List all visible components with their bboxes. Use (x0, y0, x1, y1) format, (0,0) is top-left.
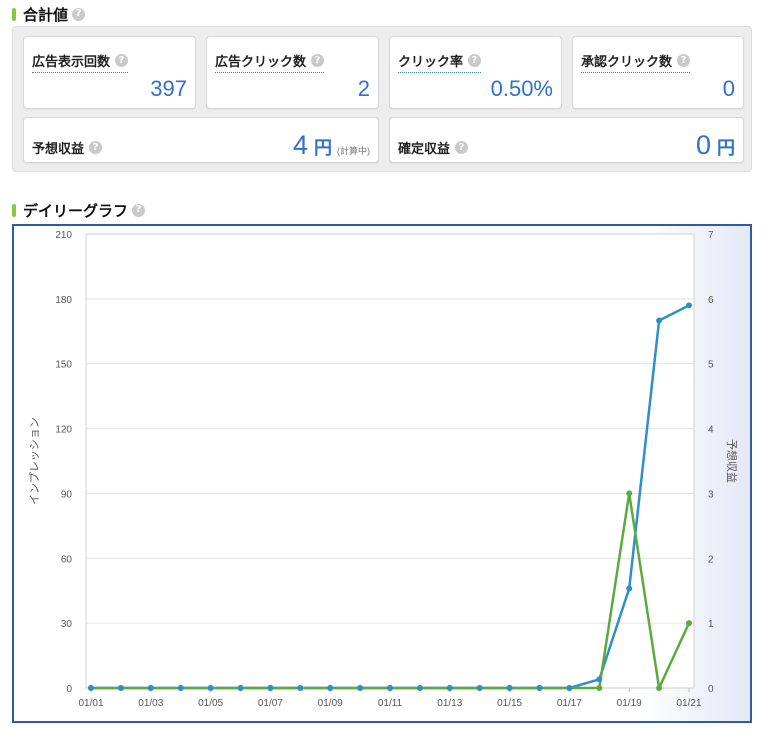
series-point-0 (476, 685, 483, 691)
left-tick-label: 150 (55, 360, 72, 371)
series-point-0 (177, 685, 184, 691)
x-tick-label: 01/05 (198, 698, 223, 709)
x-tick-label: 01/21 (676, 698, 701, 709)
x-tick-label: 01/11 (378, 698, 403, 709)
approved-clicks-label: 承認クリック数? (581, 51, 691, 73)
series-point-0 (596, 676, 603, 683)
series-point-0 (88, 685, 94, 691)
left-tick-label: 210 (55, 230, 72, 241)
left-axis-title: インプレッション (28, 417, 41, 505)
right-tick-label: 5 (708, 360, 714, 371)
approved-clicks-value: 0 (722, 76, 735, 101)
left-tick-label: 180 (55, 295, 72, 306)
series-point-0 (686, 302, 692, 309)
series-point-0 (566, 685, 573, 691)
yen-unit: 円 (314, 138, 332, 158)
right-tick-label: 7 (708, 230, 714, 241)
ctr-label: クリック率? (398, 51, 482, 73)
question-mark-icon[interactable]: ? (72, 7, 86, 21)
x-tick-label: 01/03 (138, 698, 163, 709)
x-tick-label: 01/09 (318, 698, 343, 709)
question-mark-icon[interactable]: ? (468, 54, 482, 67)
calculating-note: (計算中) (337, 146, 370, 156)
series-point-0 (357, 685, 364, 691)
series-point-0 (327, 685, 334, 691)
series-point-0 (416, 685, 423, 691)
chart-canvas: 0 30 60 90 120 150 180 210 0 1 2 3 4 5 6 7 01/01 01/03 0… (14, 226, 750, 721)
clicks-card: 広告クリック数? 2 (206, 36, 379, 109)
summary-title: 合計値 (23, 6, 69, 24)
left-tick-label: 90 (61, 489, 73, 500)
question-mark-icon[interactable]: ? (89, 141, 103, 154)
series-point-0 (506, 685, 513, 691)
accent-bar (12, 203, 16, 217)
summary-panel: 広告表示回数? 397 広告クリック数? 2 クリック率? 0.50% 承認クリ… (12, 26, 752, 172)
ctr-value: 0.50% (490, 76, 553, 101)
right-tick-label: 1 (708, 619, 714, 630)
clicks-value: 2 (357, 76, 370, 101)
right-tick-label: 4 (708, 425, 714, 436)
question-mark-icon[interactable]: ? (132, 203, 146, 217)
question-mark-icon[interactable]: ? (455, 141, 469, 154)
ctr-card: クリック率? 0.50% (389, 36, 562, 109)
series-point-0 (446, 685, 453, 691)
series-point-0 (297, 685, 304, 691)
impressions-value: 397 (150, 76, 187, 101)
x-tick-label: 01/15 (497, 698, 522, 709)
summary-section-title: 合計値 ? (12, 4, 86, 24)
left-tick-label: 30 (61, 619, 73, 630)
expected-revenue-label: 予想収益? (32, 138, 103, 159)
clicks-label: 広告クリック数? (215, 51, 325, 73)
series-point-0 (207, 685, 214, 691)
approved-clicks-card: 承認クリック数? 0 (572, 36, 744, 109)
series-point-0 (237, 685, 244, 691)
expected-revenue-card: 予想収益? 4 円 (計算中) (23, 117, 379, 163)
daily-section-title: デイリーグラフ ? (12, 200, 146, 220)
x-tick-label: 01/13 (437, 698, 462, 709)
right-tick-label: 0 (708, 684, 714, 695)
left-tick-label: 60 (61, 554, 73, 565)
series-point-0 (656, 317, 663, 324)
right-tick-label: 6 (708, 295, 714, 306)
series-point-0 (387, 685, 393, 691)
right-axis-title: 予想収益 (725, 439, 739, 483)
x-tick-label: 01/01 (78, 698, 103, 709)
confirmed-revenue-label: 確定収益? (398, 138, 469, 159)
left-tick-label: 0 (66, 684, 72, 695)
series-point-0 (147, 685, 154, 691)
confirmed-revenue-card: 確定収益? 0 円 (389, 117, 744, 163)
question-mark-icon[interactable]: ? (311, 54, 325, 67)
daily-chart: 0 30 60 90 120 150 180 210 0 1 2 3 4 5 6 7 01/01 01/03 0… (12, 224, 752, 723)
question-mark-icon[interactable]: ? (115, 54, 129, 67)
x-tick-label: 01/07 (258, 698, 283, 709)
series-point-1 (626, 490, 633, 497)
accent-bar (12, 7, 16, 21)
right-tick-label: 3 (708, 489, 714, 500)
right-tick-label: 2 (708, 554, 714, 565)
series-point-1 (686, 620, 692, 627)
daily-title: デイリーグラフ (23, 202, 129, 220)
question-mark-icon[interactable]: ? (677, 54, 691, 67)
left-tick-label: 120 (55, 425, 72, 436)
series-point-0 (117, 685, 124, 691)
impressions-label: 広告表示回数? (32, 51, 129, 73)
series-point-0 (267, 685, 274, 691)
x-tick-label: 01/17 (557, 698, 582, 709)
confirmed-revenue-value: 0 円 (695, 130, 735, 160)
series-point-1 (596, 685, 603, 691)
x-tick-label: 01/19 (617, 698, 642, 709)
series-point-0 (626, 585, 633, 592)
series-point-0 (536, 685, 543, 691)
impressions-card: 広告表示回数? 397 (23, 36, 196, 109)
expected-revenue-value: 4 円 (計算中) (292, 130, 370, 160)
yen-unit: 円 (717, 138, 735, 158)
series-point-1 (656, 685, 663, 691)
